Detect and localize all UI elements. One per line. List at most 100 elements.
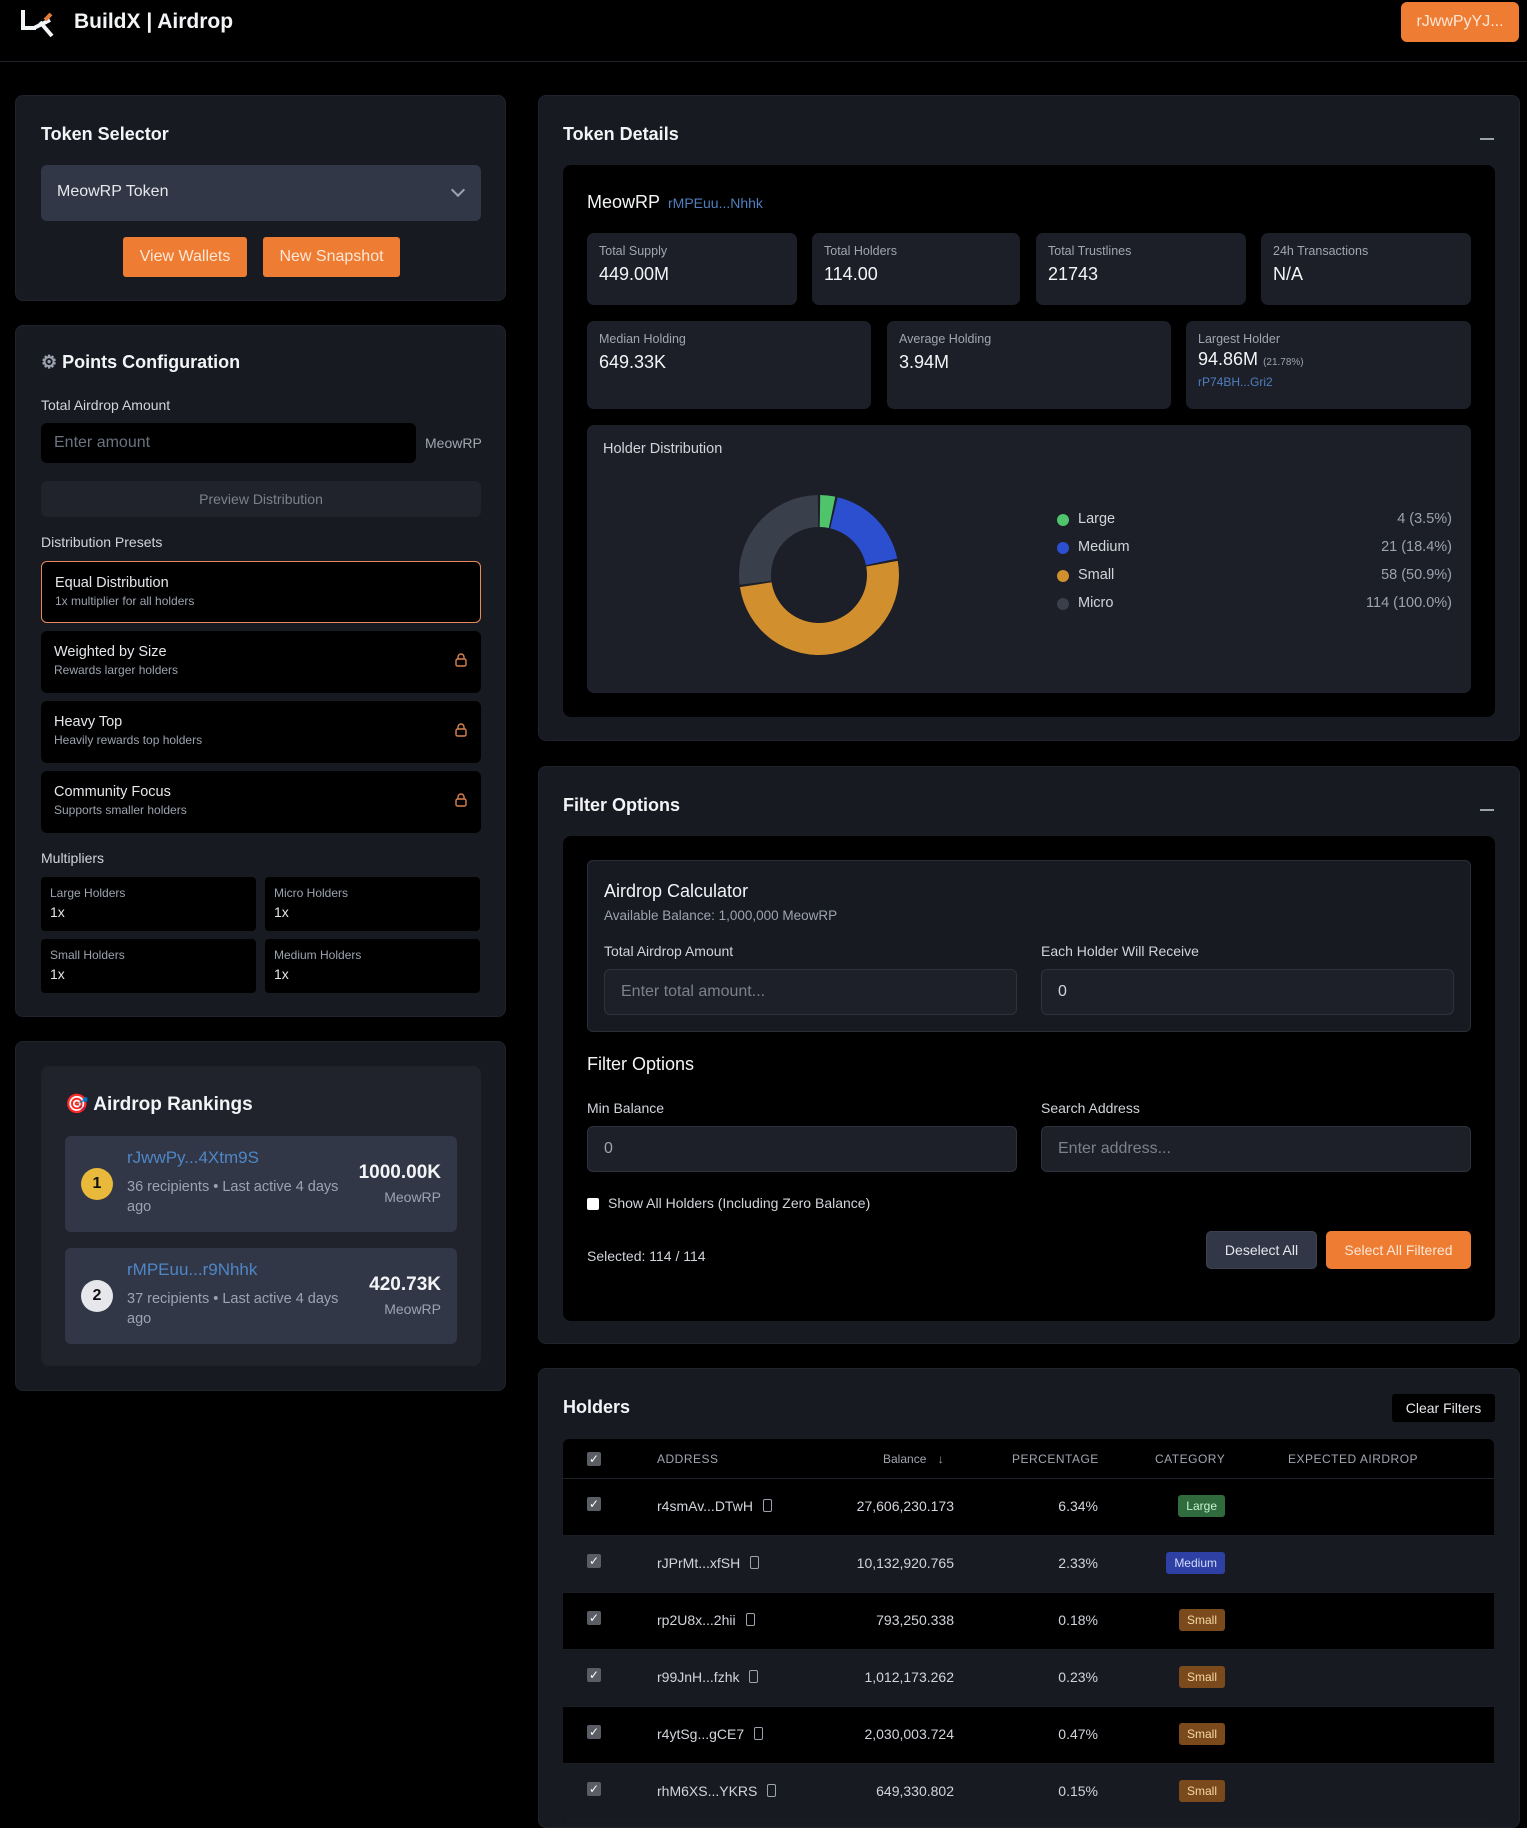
- select-all-checkbox[interactable]: ✓: [587, 1452, 601, 1466]
- holders-table: ✓ ADDRESS Balance ↓ PERCENTAGE CATEGORY …: [563, 1439, 1494, 1821]
- calc-each-value[interactable]: 0: [1041, 969, 1454, 1015]
- category-badge: Small: [1178, 1609, 1225, 1631]
- ranking-unit: MeowRP: [384, 1189, 441, 1205]
- deselect-all-button[interactable]: Deselect All: [1206, 1231, 1317, 1269]
- clear-filters-button[interactable]: Clear Filters: [1392, 1394, 1495, 1422]
- holder-percentage: 0.18%: [1058, 1612, 1098, 1628]
- col-balance[interactable]: Balance ↓: [883, 1452, 944, 1466]
- token-select[interactable]: MeowRP Token: [41, 165, 481, 221]
- copy-icon[interactable]: [767, 1784, 777, 1797]
- ranking-unit: MeowRP: [384, 1301, 441, 1317]
- preset-equal-distribution[interactable]: Equal Distribution 1x multiplier for all…: [41, 561, 481, 623]
- holder-address[interactable]: rhM6XS...YKRS: [657, 1783, 777, 1799]
- token-address-link[interactable]: rMPEuu...Nhhk: [668, 195, 763, 211]
- row-checkbox[interactable]: ✓: [587, 1497, 601, 1511]
- copy-icon[interactable]: [749, 1670, 759, 1683]
- ranking-address[interactable]: rJwwPy...4Xtm9S: [127, 1148, 259, 1168]
- multiplier-large[interactable]: Large Holders 1x: [41, 877, 256, 931]
- rankings-title: 🎯 Airdrop Rankings: [65, 1094, 253, 1115]
- rank-badge: 1: [81, 1168, 113, 1200]
- multiplier-small[interactable]: Small Holders 1x: [41, 939, 256, 993]
- show-all-checkbox[interactable]: [587, 1198, 599, 1210]
- row-checkbox[interactable]: ✓: [587, 1668, 601, 1682]
- view-wallets-button[interactable]: View Wallets: [123, 237, 247, 277]
- filters-subtitle: Filter Options: [587, 1054, 695, 1074]
- preview-distribution-button[interactable]: Preview Distribution: [41, 481, 481, 517]
- airdrop-calculator: Airdrop Calculator Available Balance: 1,…: [587, 860, 1471, 1032]
- holder-balance: 27,606,230.173: [856, 1498, 954, 1514]
- copy-icon[interactable]: [750, 1556, 760, 1569]
- calculator-balance: Available Balance: 1,000,000 MeowRP: [604, 908, 838, 923]
- wallet-button[interactable]: rJwwPyYJ...: [1401, 2, 1519, 42]
- holder-address[interactable]: rp2U8x...2hii: [657, 1612, 755, 1628]
- ranking-item[interactable]: 2 rMPEuu...r9Nhhk 37 recipients • Last a…: [65, 1248, 457, 1344]
- legend-swatch: [1057, 514, 1069, 526]
- amount-input[interactable]: Enter amount: [41, 423, 416, 463]
- preset-community-focus[interactable]: Community Focus Supports smaller holders: [41, 771, 481, 833]
- select-all-filtered-button[interactable]: Select All Filtered: [1326, 1231, 1471, 1269]
- table-row[interactable]: ✓ rp2U8x...2hii 793,250.338 0.18% Small: [563, 1593, 1494, 1650]
- token-details-card: MeowRP rMPEuu...Nhhk Total Supply 449.00M…: [563, 165, 1495, 717]
- col-category: CATEGORY: [1155, 1452, 1226, 1466]
- search-address-input[interactable]: Enter address...: [1041, 1126, 1471, 1172]
- holder-address[interactable]: r99JnH...fzhk: [657, 1669, 759, 1685]
- donut-slice-medium: [830, 497, 898, 566]
- show-all-label: Show All Holders (Including Zero Balance…: [608, 1195, 871, 1211]
- preset-weighted-by-size[interactable]: Weighted by Size Rewards larger holders: [41, 631, 481, 693]
- new-snapshot-button[interactable]: New Snapshot: [263, 237, 400, 277]
- top-bar: BuildX | Airdrop rJwwPyYJ...: [0, 0, 1527, 62]
- stat-total-holders: Total Holders 114.00: [812, 233, 1020, 305]
- lock-icon: [455, 653, 467, 667]
- multiplier-medium[interactable]: Medium Holders 1x: [265, 939, 480, 993]
- ranking-meta: 37 recipients • Last active 4 days ago: [127, 1291, 339, 1327]
- legend-item-medium: Medium 21 (18.4%): [1057, 538, 1452, 558]
- search-address-label: Search Address: [1041, 1100, 1140, 1116]
- largest-holder-address[interactable]: rP74BH...Gri2: [1198, 375, 1459, 389]
- table-row[interactable]: ✓ r4ytSg...gCE7 2,030,003.724 0.47% Small: [563, 1707, 1494, 1764]
- copy-icon[interactable]: [745, 1613, 755, 1626]
- legend-value: 4 (3.5%): [1397, 511, 1452, 527]
- collapse-icon[interactable]: [1480, 809, 1494, 811]
- distribution-title: Holder Distribution: [603, 441, 723, 457]
- ranking-item[interactable]: 1 rJwwPy...4Xtm9S 36 recipients • Last a…: [65, 1136, 457, 1232]
- rank-badge: 2: [81, 1280, 113, 1312]
- holder-balance: 1,012,173.262: [864, 1669, 954, 1685]
- collapse-icon[interactable]: [1480, 138, 1494, 140]
- token-details-title: Token Details: [563, 124, 679, 144]
- row-checkbox[interactable]: ✓: [587, 1782, 601, 1796]
- ranking-address[interactable]: rMPEuu...r9Nhhk: [127, 1260, 257, 1280]
- token-select-value: MeowRP Token: [57, 183, 169, 200]
- table-row[interactable]: ✓ rhM6XS...YKRS 649,330.802 0.15% Small: [563, 1764, 1494, 1821]
- token-selector-title: Token Selector: [41, 124, 169, 144]
- multiplier-micro[interactable]: Micro Holders 1x: [265, 877, 480, 931]
- row-checkbox[interactable]: ✓: [587, 1611, 601, 1625]
- row-checkbox[interactable]: ✓: [587, 1554, 601, 1568]
- holder-percentage: 0.23%: [1058, 1669, 1098, 1685]
- buildx-logo-icon: [21, 10, 54, 38]
- holder-address[interactable]: rJPrMt...xfSH: [657, 1555, 760, 1571]
- largest-holder-pct: (21.78%): [1263, 357, 1304, 368]
- copy-icon[interactable]: [754, 1727, 764, 1740]
- table-row[interactable]: ✓ r99JnH...fzhk 1,012,173.262 0.23% Small: [563, 1650, 1494, 1707]
- app-title: BuildX | Airdrop: [74, 10, 234, 33]
- holder-address[interactable]: r4smAv...DTwH: [657, 1498, 772, 1514]
- holder-balance: 649,330.802: [876, 1783, 954, 1799]
- table-row[interactable]: ✓ rJPrMt...xfSH 10,132,920.765 2.33% Medium: [563, 1536, 1494, 1593]
- amount-unit: MeowRP: [425, 435, 482, 451]
- legend-label: Medium: [1078, 539, 1130, 555]
- table-row[interactable]: ✓ r4smAv...DTwH 27,606,230.173 6.34% Large: [563, 1479, 1494, 1536]
- copy-icon[interactable]: [762, 1499, 772, 1512]
- row-checkbox[interactable]: ✓: [587, 1725, 601, 1739]
- token-selector-panel: Token Selector MeowRP Token View Wallets…: [15, 95, 506, 301]
- legend-swatch: [1057, 542, 1069, 554]
- calc-each-label: Each Holder Will Receive: [1041, 943, 1199, 959]
- legend-item-large: Large 4 (3.5%): [1057, 510, 1452, 530]
- calc-total-input[interactable]: Enter total amount...: [604, 969, 1017, 1015]
- min-balance-input[interactable]: 0: [587, 1126, 1017, 1172]
- category-badge: Small: [1178, 1780, 1225, 1802]
- preset-heavy-top[interactable]: Heavy Top Heavily rewards top holders: [41, 701, 481, 763]
- holder-distribution-donut: [739, 495, 899, 655]
- rankings-panel: 🎯 Airdrop Rankings 1 rJwwPy...4Xtm9S 36 …: [15, 1041, 506, 1391]
- holder-address[interactable]: r4ytSg...gCE7: [657, 1726, 764, 1742]
- calculator-title: Airdrop Calculator: [604, 881, 749, 901]
